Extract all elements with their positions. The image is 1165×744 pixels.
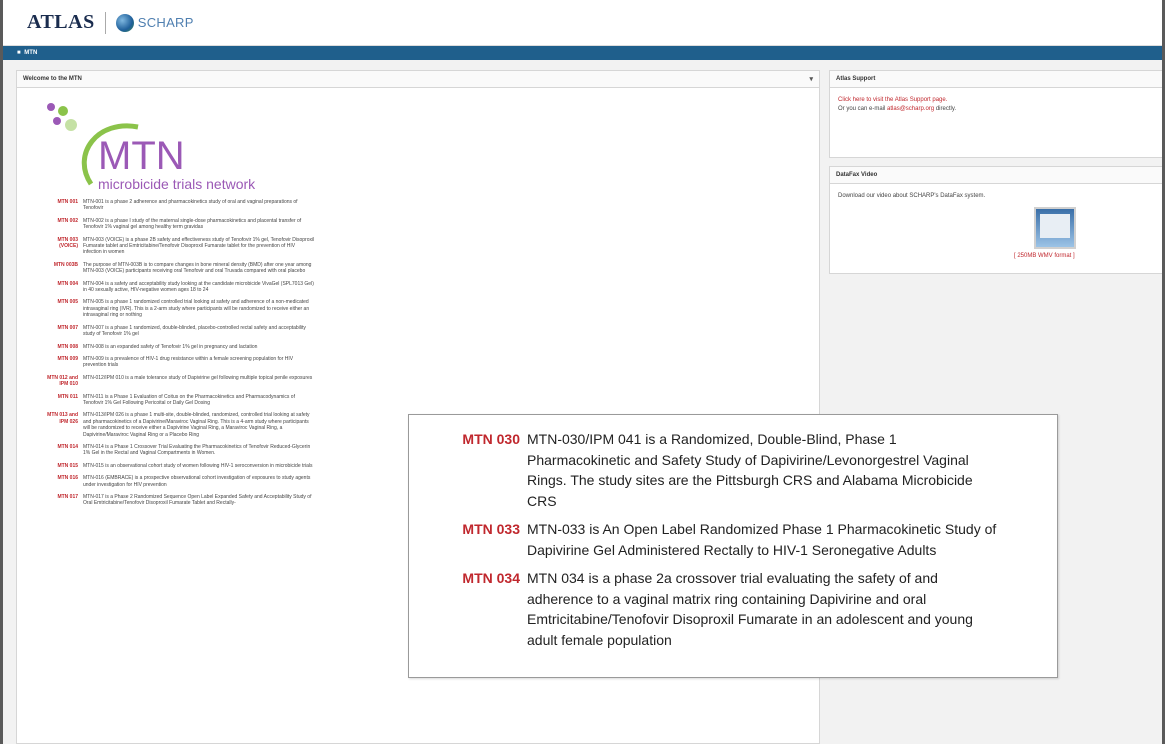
app-header: ATLAS SCHARP — [3, 0, 1162, 46]
study-code[interactable]: MTN 004 — [21, 281, 83, 294]
study-row: MTN 009 MTN-009 is a prevalence of HIV-1 … — [21, 356, 321, 369]
datafax-video-text: Download our video about SCHARP's DataFa… — [838, 193, 986, 199]
study-row: MTN 013 and IPM 026 MTN-013/IPM 026 is a … — [21, 412, 321, 438]
study-description: MTN-005 is a phase 1 randomized controll… — [83, 299, 310, 319]
atlas-support-email-line: Or you can e-mail atlas@scharp.org direc… — [838, 105, 988, 114]
study-row: MTN 004 MTN-004 is a safety and acceptabi… — [21, 281, 321, 294]
email-suffix: directly. — [934, 106, 957, 112]
email-prefix: Or you can e-mail — [838, 106, 888, 112]
welcome-panel-header: Welcome to the MTN ▾ — [17, 71, 819, 88]
callout-study-description: MTN-033 is An Open Label Randomized Phas… — [527, 521, 997, 558]
callout-study-code[interactable]: MTN 030 — [409, 429, 527, 511]
study-description: MTN-003 (VOICE) is a phase 2B safety and… — [83, 236, 315, 256]
study-description: MTN-015 is an observational cohort study… — [83, 462, 313, 469]
video-thumbnail[interactable] — [1034, 207, 1076, 249]
study-description: MTN-007 is a phase 1 randomized, double-… — [83, 324, 306, 338]
study-row: MTN 005 MTN-005 is a phase 1 randomized c… — [21, 299, 321, 318]
mtn-logo: MTN microbicide trials network — [47, 103, 256, 192]
study-description: MTN-017 is a Phase 2 Randomized Sequence… — [83, 494, 312, 507]
support-email-link[interactable]: atlas@scharp.org — [887, 106, 934, 112]
study-row: MTN 003 (VOICE) MTN-003 (VOICE) is a phas… — [21, 237, 321, 256]
study-code[interactable]: MTN 003 (VOICE) — [21, 237, 83, 256]
study-code[interactable]: MTN 013 and IPM 026 — [21, 412, 83, 438]
scharp-logo[interactable]: SCHARP — [115, 13, 194, 32]
callout-study-description: MTN-030/IPM 041 is a Randomized, Double-… — [527, 431, 973, 509]
study-description: MTN-016 (EMBRACE) is a prospective obser… — [83, 475, 311, 488]
logo-dot — [47, 103, 55, 111]
logo-mtn-text: MTN — [98, 134, 185, 178]
panel-menu-icon[interactable]: ▾ — [809, 71, 813, 87]
atlas-support-title: Atlas Support — [836, 76, 876, 82]
highlight-callout: MTN 030 MTN-030/IPM 041 is a Randomized, … — [408, 414, 1058, 678]
study-code[interactable]: MTN 005 — [21, 299, 83, 318]
video-download-link[interactable]: [ 250MB WMV format ] — [1014, 253, 1075, 259]
study-list: MTN 001 MTN-001 is a phase 2 adherence an… — [21, 199, 321, 513]
study-row: MTN 001 MTN-001 is a phase 2 adherence an… — [21, 199, 321, 212]
callout-study-description: MTN 034 is a phase 2a crossover trial ev… — [527, 570, 973, 648]
logo-dot — [53, 117, 61, 125]
callout-study-code[interactable]: MTN 034 — [409, 568, 527, 650]
study-code[interactable]: MTN 017 — [21, 494, 83, 507]
callout-study-code[interactable]: MTN 033 — [409, 519, 527, 560]
study-row: MTN 007 MTN-007 is a phase 1 randomized, … — [21, 325, 321, 338]
atlas-support-link[interactable]: Click here to visit the Atlas Support pa… — [838, 96, 968, 105]
study-row: MTN 017 MTN-017 is a Phase 2 Randomized S… — [21, 494, 321, 507]
study-description: MTN-011 is a Phase 1 Evaluation of Coitu… — [83, 393, 295, 406]
study-code[interactable]: MTN 009 — [21, 356, 83, 369]
datafax-video-title: DataFax Video — [836, 172, 878, 178]
study-code[interactable]: MTN 014 — [21, 444, 83, 457]
study-row: MTN 002 MTN-002 is a phase I study of the… — [21, 218, 321, 231]
nav-breadcrumb[interactable]: MTN — [24, 50, 37, 56]
study-description: MTN-002 is a phase I study of the matern… — [83, 217, 302, 231]
study-description: MTN-014 is a Phase 1 Crossover Trial Eva… — [83, 443, 311, 457]
home-icon: ■ — [17, 50, 21, 56]
atlas-support-header: Atlas Support — [830, 71, 1164, 88]
study-row: MTN 011 MTN-011 is a Phase 1 Evaluation o… — [21, 394, 321, 407]
study-code[interactable]: MTN 001 — [21, 199, 83, 212]
callout-study-row: MTN 033 MTN-033 is An Open Label Randomiz… — [409, 519, 1043, 560]
study-code[interactable]: MTN 016 — [21, 475, 83, 488]
atlas-logo[interactable]: ATLAS — [27, 11, 95, 34]
datafax-video-panel: DataFax Video Download our video about S… — [829, 166, 1165, 274]
study-code[interactable]: MTN 015 — [21, 463, 83, 469]
study-description: MTN-004 is a safety and acceptability st… — [83, 280, 314, 294]
logo-dot — [65, 119, 77, 131]
logo-dot — [58, 106, 68, 116]
atlas-support-body: Click here to visit the Atlas Support pa… — [830, 88, 1164, 122]
nav-bar: ■ MTN — [3, 46, 1162, 60]
datafax-video-body: Download our video about SCHARP's DataFa… — [830, 184, 1164, 209]
study-description: MTN-012/IPM 010 is a male tolerance stud… — [83, 374, 313, 381]
study-row: MTN 016 MTN-016 (EMBRACE) is a prospectiv… — [21, 475, 321, 488]
study-code[interactable]: MTN 012 and IPM 010 — [21, 375, 83, 388]
datafax-video-header: DataFax Video — [830, 167, 1164, 184]
study-description: MTN-008 is an expanded safety of Tenofov… — [83, 343, 258, 350]
logo-divider — [104, 11, 106, 34]
scharp-logo-text: SCHARP — [137, 15, 194, 30]
study-description: MTN-009 is a prevalence of HIV-1 drug re… — [83, 355, 294, 369]
study-description: The purpose of MTN-003B is to compare ch… — [83, 261, 312, 275]
scharp-globe-icon — [115, 13, 134, 32]
study-description: MTN-013/IPM 026 is a phase 1 multi-site,… — [83, 412, 310, 438]
study-code[interactable]: MTN 002 — [21, 218, 83, 231]
callout-study-row: MTN 034 MTN 034 is a phase 2a crossover t… — [409, 568, 1043, 650]
study-row: MTN 003B The purpose of MTN-003B is to co… — [21, 262, 321, 275]
callout-study-row: MTN 030 MTN-030/IPM 041 is a Randomized, … — [409, 429, 1043, 511]
study-row: MTN 014 MTN-014 is a Phase 1 Crossover Tr… — [21, 444, 321, 457]
study-code[interactable]: MTN 008 — [21, 344, 83, 350]
study-row: MTN 008 MTN-008 is an expanded safety of … — [21, 344, 321, 350]
logo-sub-text: microbicide trials network — [98, 176, 256, 192]
welcome-panel-title: Welcome to the MTN — [23, 76, 82, 82]
video-screen-icon — [1040, 214, 1070, 238]
study-code[interactable]: MTN 007 — [21, 325, 83, 338]
study-code[interactable]: MTN 011 — [21, 394, 83, 407]
atlas-support-panel: Atlas Support Click here to visit the At… — [829, 70, 1165, 158]
study-description: MTN-001 is a phase 2 adherence and pharm… — [83, 199, 298, 212]
study-row: MTN 012 and IPM 010 MTN-012/IPM 010 is a … — [21, 375, 321, 388]
study-row: MTN 015 MTN-015 is an observational cohor… — [21, 463, 321, 469]
study-code[interactable]: MTN 003B — [21, 262, 83, 275]
